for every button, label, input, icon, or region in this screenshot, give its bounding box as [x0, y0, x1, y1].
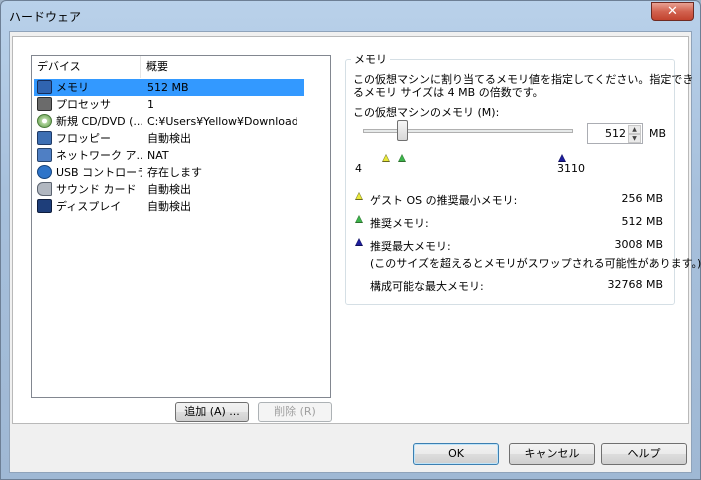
device-row-memory[interactable]: メモリ 512 MB — [34, 79, 330, 96]
recommended-legend-icon — [355, 215, 363, 223]
cancel-button[interactable]: キャンセル — [509, 443, 595, 465]
add-button[interactable]: 追加 (A) ... — [175, 402, 249, 422]
recommended-label: 推奨メモリ: — [370, 217, 429, 230]
column-header-summary[interactable]: 概要 — [141, 56, 330, 78]
dialog-body: デバイス 概要 メモリ 512 MB プロセッサ 1 新規 CD/DVD (..… — [9, 31, 701, 473]
device-name: サウンド カード — [56, 183, 137, 196]
swap-note: (このサイズを超えるとメモリがスワップされる可能性があります。) — [370, 257, 701, 270]
ok-button[interactable]: OK — [413, 443, 499, 465]
memory-description-line2: るメモリ サイズは 4 MB の倍数です。 — [353, 86, 544, 99]
title-bar[interactable]: ハードウェア ✕ — [1, 1, 700, 31]
device-row-processor[interactable]: プロセッサ 1 — [34, 96, 330, 113]
guest-min-label: ゲスト OS の推奨最小メモリ: — [370, 194, 518, 207]
network-adapter-icon — [37, 148, 52, 162]
slider-min-label: 4 — [355, 162, 362, 175]
device-rows: メモリ 512 MB プロセッサ 1 新規 CD/DVD (... C:¥Use… — [34, 79, 330, 215]
device-summary: 自動検出 — [147, 132, 191, 145]
vm-memory-label: この仮想マシンのメモリ (M): — [353, 106, 500, 119]
device-row-cd-dvd[interactable]: 新規 CD/DVD (... C:¥Users¥Yellow¥Downloads… — [34, 113, 330, 130]
list-header: デバイス 概要 — [32, 56, 330, 78]
device-row-usb[interactable]: USB コントローラ 存在します — [34, 164, 330, 181]
device-name: USB コントローラ — [56, 166, 142, 179]
device-summary: 512 MB — [147, 81, 189, 94]
usb-icon — [37, 165, 52, 179]
device-name: プロセッサ — [56, 98, 111, 111]
slider-thumb[interactable] — [397, 120, 408, 141]
max-recommended-label: 推奨最大メモリ: — [370, 240, 451, 253]
remove-button[interactable]: 削除 (R) — [258, 402, 332, 422]
help-button[interactable]: ヘルプ — [601, 443, 687, 465]
device-summary: 自動検出 — [147, 183, 191, 196]
memory-spinbox[interactable]: 512 ▲ ▼ — [587, 123, 643, 144]
max-recommended-marker-icon — [558, 154, 566, 162]
device-name: ネットワーク ア... — [56, 149, 142, 162]
close-button[interactable]: ✕ — [651, 2, 694, 21]
max-config-label: 構成可能な最大メモリ: — [370, 280, 484, 293]
memory-group-label: メモリ — [351, 51, 390, 67]
device-name: ディスプレイ — [56, 200, 122, 213]
processor-icon — [37, 97, 52, 111]
memory-unit: MB — [649, 127, 667, 140]
device-list[interactable]: デバイス 概要 メモリ 512 MB プロセッサ 1 新規 CD/DVD (..… — [31, 55, 331, 398]
recommended-marker-icon — [398, 154, 406, 162]
max-recommended-value: 3008 MB — [614, 238, 663, 251]
device-row-display[interactable]: ディスプレイ 自動検出 — [34, 198, 330, 215]
hardware-dialog: ハードウェア ✕ デバイス 概要 メモリ 512 MB プロセッサ 1 新規 C… — [0, 0, 701, 480]
device-name: メモリ — [56, 81, 89, 94]
device-name: 新規 CD/DVD (... — [56, 115, 142, 128]
device-summary: 自動検出 — [147, 200, 191, 213]
content-frame: デバイス 概要 メモリ 512 MB プロセッサ 1 新規 CD/DVD (..… — [12, 36, 701, 424]
device-row-sound-card[interactable]: サウンド カード 自動検出 — [34, 181, 330, 198]
device-summary: C:¥Users¥Yellow¥Downloads... — [147, 115, 297, 128]
max-config-value: 32768 MB — [607, 278, 663, 291]
slider-max-label: 3110 — [557, 162, 585, 175]
recommended-value: 512 MB — [621, 215, 663, 228]
guest-min-legend-icon — [355, 192, 363, 200]
sound-card-icon — [37, 182, 52, 196]
max-recommended-legend-icon — [355, 238, 363, 246]
guest-min-marker-icon — [382, 154, 390, 162]
device-row-network-adapter[interactable]: ネットワーク ア... NAT — [34, 147, 330, 164]
memory-value[interactable]: 512 — [605, 127, 626, 140]
window-title: ハードウェア — [9, 10, 82, 24]
device-summary: NAT — [147, 149, 169, 162]
floppy-icon — [37, 131, 52, 145]
cd-dvd-icon — [37, 114, 52, 128]
display-icon — [37, 199, 52, 213]
device-name: フロッピー — [56, 132, 111, 145]
spin-down-icon[interactable]: ▼ — [628, 134, 641, 143]
memory-icon — [37, 80, 52, 94]
device-row-floppy[interactable]: フロッピー 自動検出 — [34, 130, 330, 147]
slider-track[interactable] — [363, 129, 573, 133]
column-header-device[interactable]: デバイス — [32, 56, 141, 78]
device-summary: 存在します — [147, 166, 202, 179]
spin-up-icon[interactable]: ▲ — [628, 125, 641, 134]
guest-min-value: 256 MB — [621, 192, 663, 205]
device-summary: 1 — [147, 98, 154, 111]
